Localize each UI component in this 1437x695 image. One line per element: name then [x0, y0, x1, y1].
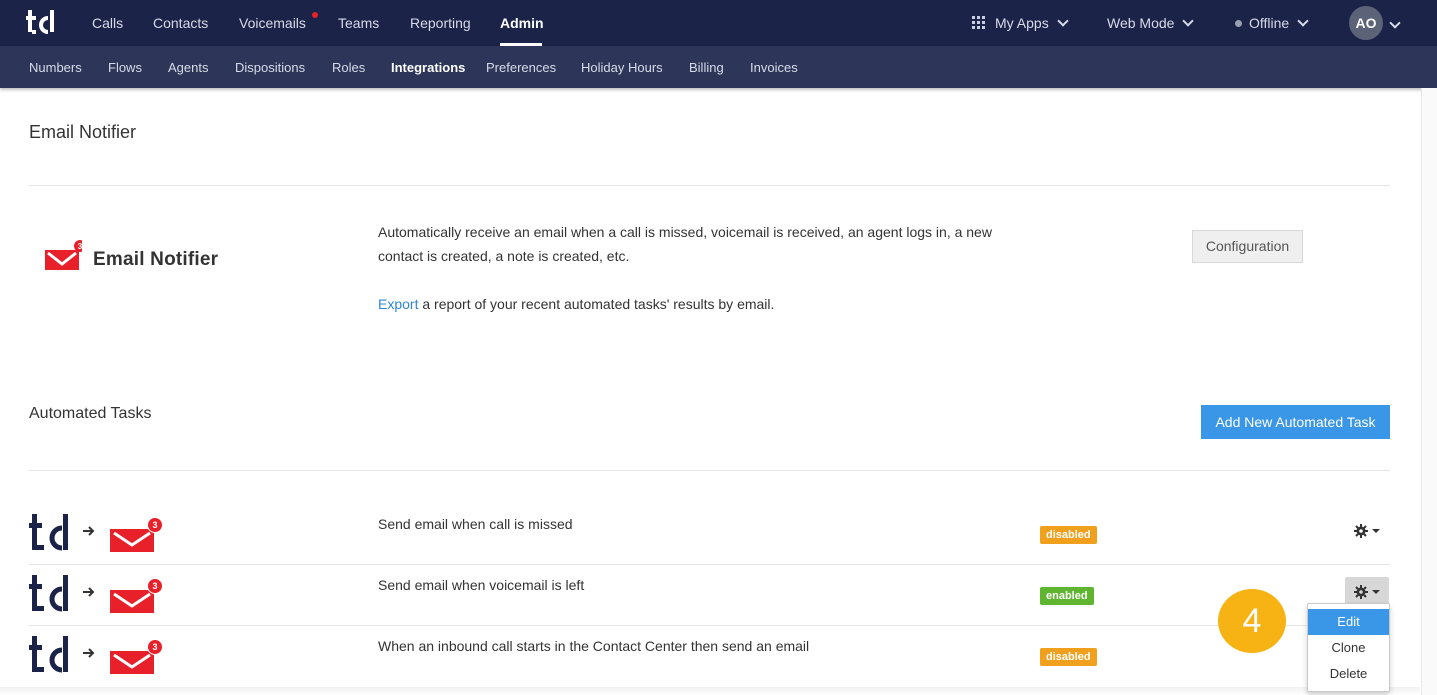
subnav-integrations[interactable]: Integrations [391, 60, 465, 75]
subnav-roles[interactable]: Roles [332, 60, 365, 75]
caret-down-icon [1372, 590, 1380, 594]
subnav-flows[interactable]: Flows [108, 60, 142, 75]
nav-teams[interactable]: Teams [338, 15, 379, 31]
subnav-invoices[interactable]: Invoices [750, 60, 798, 75]
export-line: Export a report of your recent automated… [378, 292, 774, 316]
task-badge-count: 3 [152, 520, 157, 530]
task-actions-dropdown: Edit Clone Delete [1307, 603, 1390, 692]
divider [29, 564, 1390, 565]
admin-subnav: Numbers Flows Agents Dispositions Roles … [0, 46, 1437, 88]
subnav-dispositions[interactable]: Dispositions [235, 60, 305, 75]
status-label: Offline [1249, 15, 1290, 31]
gear-icon [1354, 524, 1368, 538]
status-badge: disabled [1040, 648, 1097, 666]
task-row: 3 When an inbound call starts in the Con… [29, 634, 1390, 695]
add-new-automated-task-button[interactable]: Add New Automated Task [1201, 405, 1390, 439]
divider [29, 625, 1390, 626]
dropdown-item-delete[interactable]: Delete [1308, 661, 1389, 687]
subnav-agents[interactable]: Agents [168, 60, 208, 75]
status-indicator-icon [1235, 20, 1242, 27]
automated-tasks-title: Automated Tasks [29, 405, 152, 422]
web-mode-menu[interactable]: Web Mode [1107, 15, 1195, 31]
dropdown-item-edit[interactable]: Edit [1308, 609, 1389, 635]
task-settings-button[interactable] [1345, 516, 1389, 545]
chevron-down-icon [1057, 15, 1069, 27]
arrow-right-icon [83, 587, 95, 597]
page-title: Email Notifier [29, 122, 137, 142]
chevron-down-icon [1297, 15, 1309, 27]
td-logo-icon [29, 514, 68, 551]
my-apps-menu[interactable]: My Apps [995, 15, 1069, 31]
email-notifier-icon: 3 [110, 578, 163, 613]
subnav-billing[interactable]: Billing [689, 60, 724, 75]
caret-down-icon [1372, 529, 1380, 533]
nav-calls[interactable]: Calls [92, 15, 123, 31]
avatar-chevron-down-icon[interactable] [1389, 17, 1401, 35]
email-notifier-logo-icon: 3 [45, 240, 82, 270]
web-mode-label: Web Mode [1107, 15, 1175, 31]
brand-badge-count: 3 [78, 242, 82, 251]
top-navbar: Calls Contacts Voicemails Teams Reportin… [0, 0, 1437, 46]
avatar[interactable]: AO [1349, 6, 1383, 40]
status-menu[interactable]: Offline [1249, 15, 1309, 31]
bottom-edge [0, 687, 1420, 695]
status-badge: enabled [1040, 587, 1094, 605]
voicemail-notification-dot [312, 12, 318, 18]
status-badge: disabled [1040, 526, 1097, 544]
task-description: When an inbound call starts in the Conta… [378, 638, 810, 654]
task-badge-count: 3 [152, 581, 157, 591]
gear-icon [1354, 585, 1368, 599]
configuration-button[interactable]: Configuration [1192, 230, 1303, 263]
nav-voicemails[interactable]: Voicemails [239, 15, 306, 31]
divider [29, 470, 1390, 471]
nav-contacts[interactable]: Contacts [153, 15, 208, 31]
brand-name: Email Notifier [93, 249, 219, 270]
nav-admin[interactable]: Admin [500, 15, 544, 31]
page-scrollbar[interactable] [1421, 88, 1437, 695]
apps-grid-icon[interactable] [972, 16, 985, 29]
step-marker: 4 [1218, 589, 1286, 653]
task-description: Send email when voicemail is left [378, 577, 585, 593]
task-badge-count: 3 [152, 642, 157, 652]
subnav-preferences[interactable]: Preferences [486, 60, 556, 75]
export-link[interactable]: Export [378, 296, 418, 312]
subnav-numbers[interactable]: Numbers [29, 60, 82, 75]
td-logo-icon [29, 575, 68, 612]
task-description: Send email when call is missed [378, 516, 573, 532]
chevron-down-icon [1182, 15, 1195, 27]
nav-reporting[interactable]: Reporting [410, 15, 471, 31]
task-settings-button[interactable] [1345, 577, 1389, 606]
td-logo-icon [29, 636, 68, 673]
integration-description: Automatically receive an email when a ca… [378, 224, 992, 264]
divider [29, 185, 1390, 186]
email-notifier-icon: 3 [110, 517, 163, 552]
email-notifier-icon: 3 [110, 639, 163, 674]
arrow-right-icon [83, 648, 95, 658]
my-apps-label: My Apps [995, 15, 1049, 31]
subnav-holiday-hours[interactable]: Holiday Hours [581, 60, 663, 75]
export-text: a report of your recent automated tasks'… [418, 296, 775, 312]
dropdown-item-clone[interactable]: Clone [1308, 635, 1389, 661]
td-logo-icon[interactable] [26, 8, 56, 36]
arrow-right-icon [83, 526, 95, 536]
